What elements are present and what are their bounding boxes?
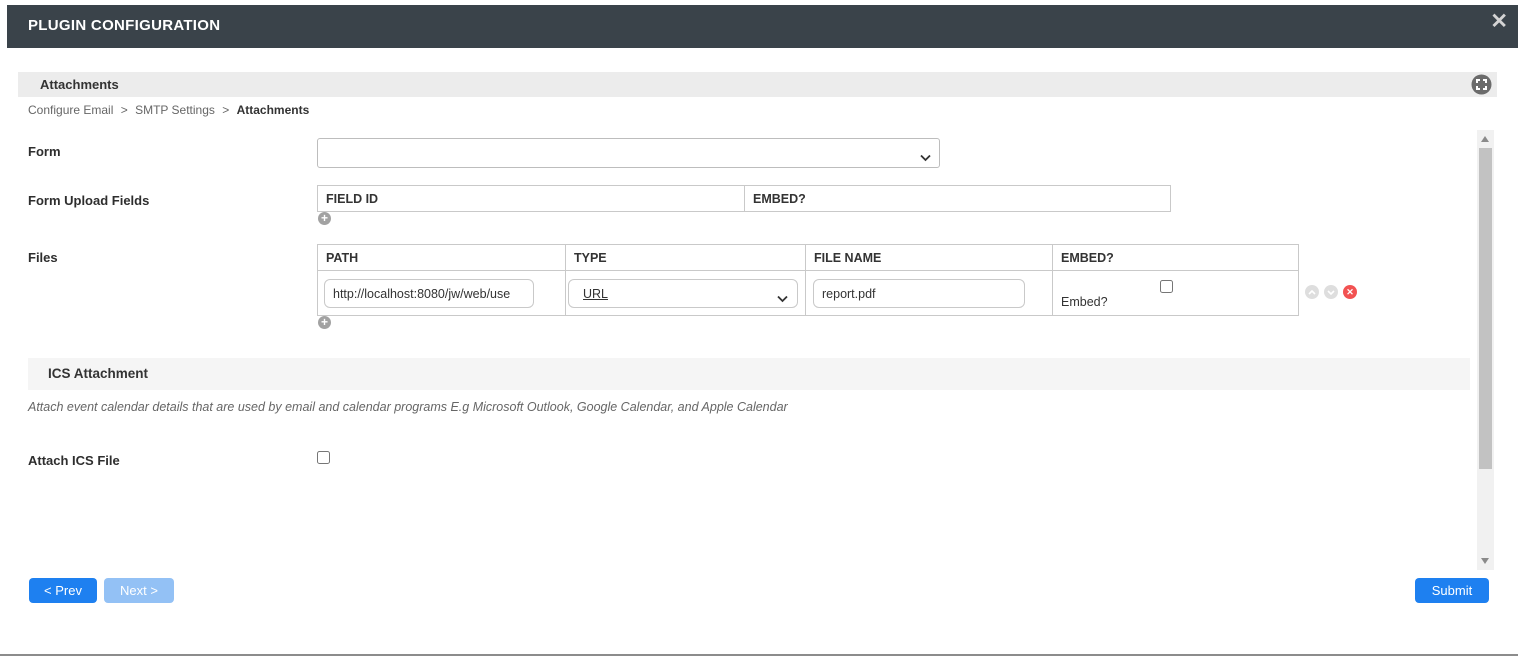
files-table-row: URL Embed? [318, 270, 1298, 315]
delete-row-icon[interactable]: ✕ [1343, 285, 1357, 299]
move-row-up-icon[interactable] [1305, 285, 1319, 299]
breadcrumb-separator: > [222, 103, 230, 117]
attachments-section-bar: Attachments [18, 72, 1497, 97]
scrollbar-thumb[interactable] [1479, 148, 1492, 469]
bottom-border [0, 654, 1518, 656]
section-title: Attachments [40, 77, 119, 92]
ics-section-title: ICS Attachment [48, 366, 149, 381]
chevron-down-icon [777, 290, 788, 308]
form-upload-fields-table: FIELD ID EMBED? [317, 185, 1171, 212]
column-header-path: PATH [318, 245, 566, 270]
files-table: PATH TYPE FILE NAME EMBED? URL [317, 244, 1299, 316]
modal-title: PLUGIN CONFIGURATION [28, 17, 221, 34]
breadcrumb: Configure Email > SMTP Settings > Attach… [28, 103, 309, 117]
form-select[interactable] [317, 138, 940, 168]
type-select-value: URL [583, 287, 609, 301]
plugin-configuration-dialog: PLUGIN CONFIGURATION ✕ Attachments Confi… [0, 0, 1518, 658]
form-label: Form [28, 144, 61, 159]
attach-ics-file-label: Attach ICS File [28, 453, 120, 468]
files-label: Files [28, 250, 58, 265]
embed-checkbox[interactable] [1160, 280, 1173, 293]
column-header-field-id: FIELD ID [318, 186, 745, 211]
breadcrumb-smtp-settings[interactable]: SMTP Settings [135, 103, 215, 117]
expand-icon[interactable] [1471, 74, 1492, 95]
add-row-icon[interactable]: + [318, 212, 331, 225]
submit-button[interactable]: Submit [1415, 578, 1489, 603]
close-icon[interactable]: ✕ [1490, 11, 1508, 32]
path-input[interactable] [324, 279, 534, 308]
form-upload-fields-label: Form Upload Fields [28, 193, 150, 208]
file-name-input[interactable] [813, 279, 1025, 308]
attach-ics-file-checkbox[interactable] [317, 451, 330, 464]
scrollbar-down-arrow[interactable] [1481, 558, 1489, 564]
column-header-embed: EMBED? [753, 192, 806, 206]
column-header-type: TYPE [566, 245, 806, 270]
prev-button[interactable]: < Prev [29, 578, 97, 603]
embed-label: Embed? [1061, 295, 1108, 309]
breadcrumb-configure-email[interactable]: Configure Email [28, 103, 113, 117]
modal-header: PLUGIN CONFIGURATION ✕ [7, 5, 1518, 48]
add-row-icon[interactable]: + [318, 316, 331, 329]
next-button[interactable]: Next > [104, 578, 174, 603]
chevron-down-icon [920, 149, 931, 167]
ics-attachment-section-bar: ICS Attachment [28, 358, 1470, 390]
move-row-down-icon[interactable] [1324, 285, 1338, 299]
type-select[interactable]: URL [568, 279, 798, 308]
breadcrumb-separator: > [120, 103, 128, 117]
column-header-embed: EMBED? [1061, 251, 1114, 265]
breadcrumb-attachments: Attachments [236, 103, 310, 117]
column-header-file-name: FILE NAME [806, 245, 1053, 270]
scrollbar-up-arrow[interactable] [1481, 136, 1489, 142]
ics-description: Attach event calendar details that are u… [28, 400, 788, 414]
